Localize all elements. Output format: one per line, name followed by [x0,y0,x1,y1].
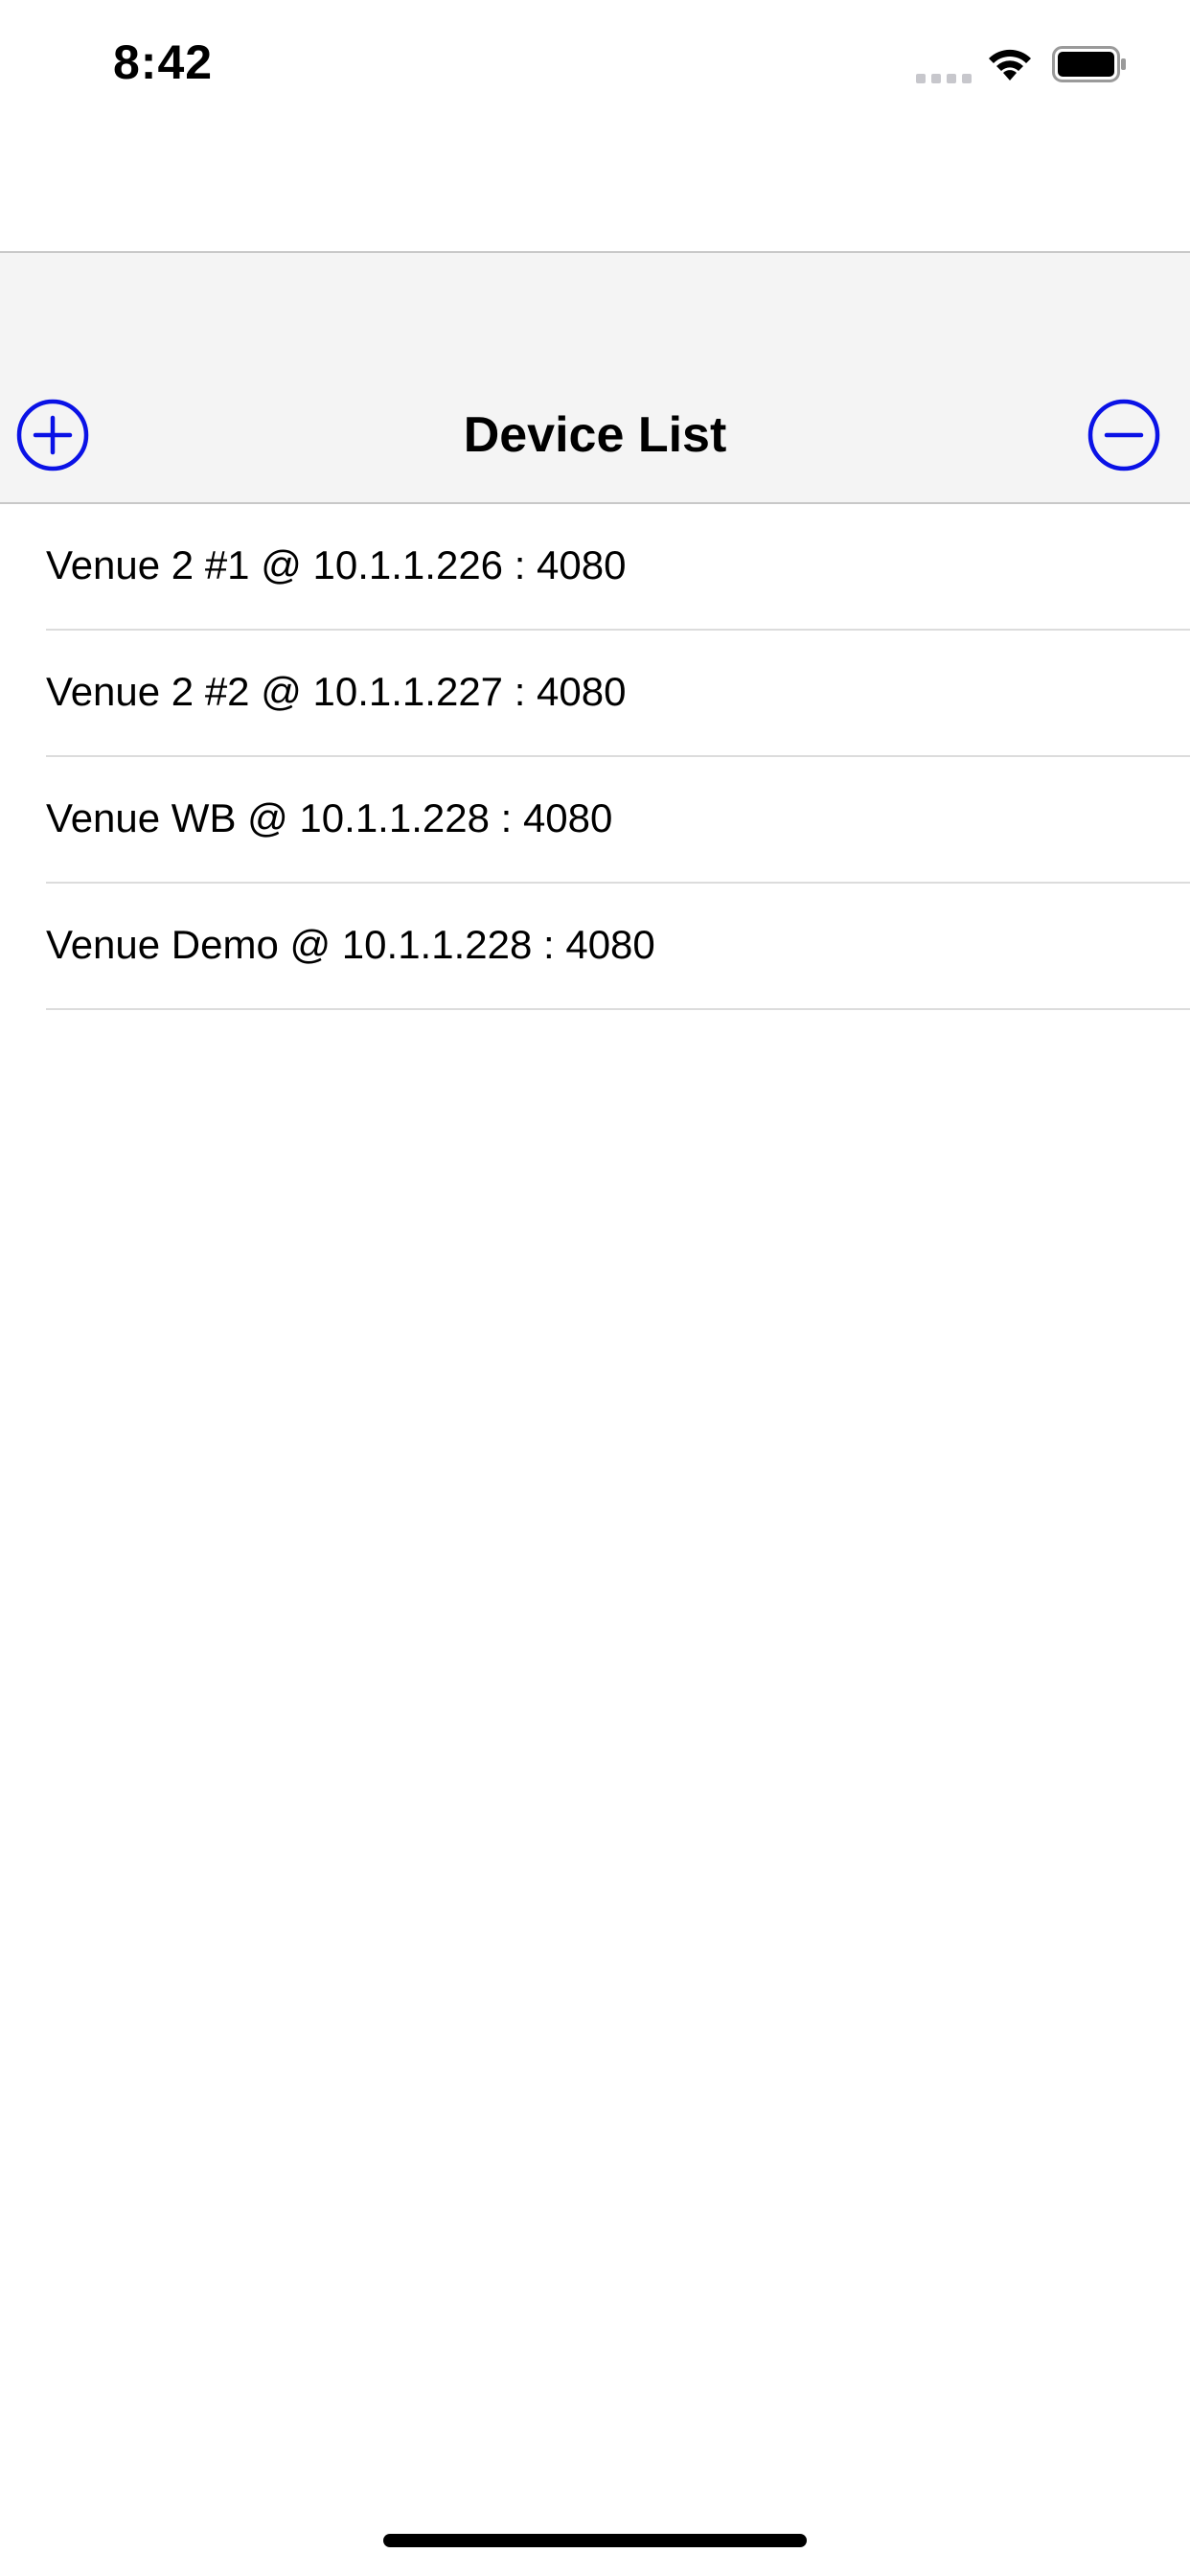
minus-circle-icon [1087,399,1160,472]
device-label: Venue 2 #1 @ 10.1.1.226 : 4080 [46,542,627,587]
navigation-bar: Device List [0,251,1190,504]
battery-icon [1052,46,1127,82]
device-label: Venue WB @ 10.1.1.228 : 4080 [46,795,613,840]
device-label: Venue 2 #2 @ 10.1.1.227 : 4080 [46,669,627,714]
page-title: Device List [463,407,727,463]
device-row[interactable]: Venue 2 #1 @ 10.1.1.226 : 4080 [0,504,1190,631]
status-time: 8:42 [113,35,214,89]
wifi-icon [985,44,1035,82]
device-row[interactable]: Venue WB @ 10.1.1.228 : 4080 [0,757,1190,884]
remove-device-button[interactable] [1087,399,1160,472]
home-indicator[interactable] [383,2534,807,2547]
device-list: Venue 2 #1 @ 10.1.1.226 : 4080 Venue 2 #… [0,504,1190,1010]
device-label: Venue Demo @ 10.1.1.228 : 4080 [46,922,655,967]
device-list-screen: 8:42 Device List Venue 2 #1 @ 10.1.1.226… [0,0,1190,2576]
device-row[interactable]: Venue Demo @ 10.1.1.228 : 4080 [0,884,1190,1010]
cellular-signal-icon [916,71,972,83]
device-row[interactable]: Venue 2 #2 @ 10.1.1.227 : 4080 [0,631,1190,757]
status-bar: 8:42 [0,0,1190,134]
